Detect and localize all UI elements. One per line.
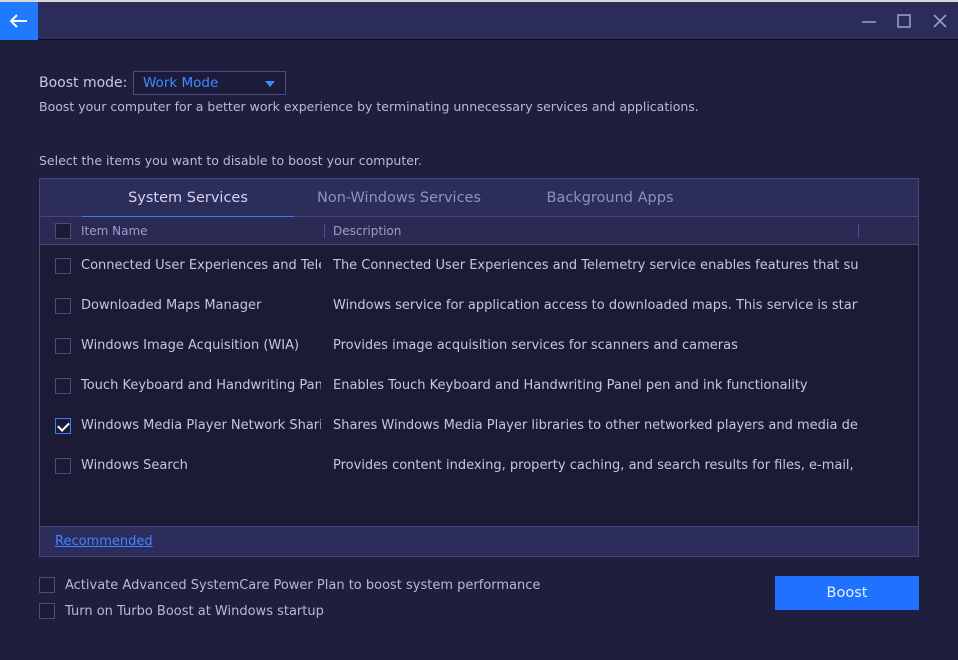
tab-background-apps[interactable]: Background Apps [504,179,716,217]
row-checkbox[interactable] [55,298,71,314]
title-bar [0,2,958,40]
row-checkbox[interactable] [55,338,71,354]
column-header-item-name[interactable]: Item Name [81,217,148,245]
item-name: Connected User Experiences and Tele... [81,258,321,273]
table-row[interactable]: Touch Keyboard and Handwriting Pane... E… [40,366,918,406]
column-divider[interactable] [858,224,859,238]
table-row[interactable]: Windows Search Provides content indexing… [40,446,918,486]
arrow-left-icon [10,14,27,28]
tab-non-windows-services[interactable]: Non-Windows Services [294,179,504,217]
minimize-button[interactable] [851,2,887,40]
back-button[interactable] [0,2,38,40]
power-plan-checkbox[interactable] [39,577,55,593]
item-description: Provides content indexing, property cach… [333,458,858,473]
item-name: Touch Keyboard and Handwriting Pane... [81,378,321,393]
instruction-text: Select the items you want to disable to … [39,153,422,168]
maximize-icon [897,14,911,28]
power-plan-label: Activate Advanced SystemCare Power Plan … [65,577,541,593]
column-divider[interactable] [324,224,325,238]
item-name: Windows Media Player Network Sharin... [81,418,321,433]
row-checkbox[interactable] [55,458,71,474]
item-name: Downloaded Maps Manager [81,298,262,313]
column-header-description[interactable]: Description [333,217,401,245]
boost-mode-dropdown[interactable]: Work Mode [133,71,286,95]
turbo-startup-checkbox[interactable] [39,603,55,619]
panel-footer: Recommended [40,526,918,556]
tab-system-services[interactable]: System Services [82,179,294,218]
row-checkbox[interactable] [55,258,71,274]
boost-mode-description: Boost your computer for a better work ex… [39,99,699,114]
power-plan-option[interactable]: Activate Advanced SystemCare Power Plan … [39,576,540,594]
item-description: Shares Windows Media Player libraries to… [333,418,858,433]
table-row[interactable]: Downloaded Maps Manager Windows service … [40,286,918,326]
item-description: Enables Touch Keyboard and Handwriting P… [333,378,808,393]
table-row[interactable]: Connected User Experiences and Tele... T… [40,246,918,286]
turbo-startup-option[interactable]: Turn on Turbo Boost at Windows startup [39,602,324,620]
item-description: Windows service for application access t… [333,298,858,313]
recommended-link[interactable]: Recommended [55,527,153,557]
maximize-button[interactable] [886,2,922,40]
boost-mode-value: Work Mode [143,75,219,91]
item-description: The Connected User Experiences and Telem… [333,258,858,273]
table-row[interactable]: Windows Media Player Network Sharin... S… [40,406,918,446]
services-panel: System Services Non-Windows Services Bac… [39,178,919,557]
item-name: Windows Search [81,458,188,473]
item-description: Provides image acquisition services for … [333,338,738,353]
close-icon [933,14,947,28]
tab-bar: System Services Non-Windows Services Bac… [40,179,918,218]
boost-mode-label: Boost mode: [39,75,128,91]
boost-button[interactable]: Boost [775,576,919,610]
minimize-icon [862,21,876,23]
close-button[interactable] [922,2,958,40]
select-all-checkbox[interactable] [55,223,71,239]
item-name: Windows Image Acquisition (WIA) [81,338,300,353]
chevron-down-icon [265,81,275,87]
turbo-startup-label: Turn on Turbo Boost at Windows startup [65,603,324,619]
table-row[interactable]: Windows Image Acquisition (WIA) Provides… [40,326,918,366]
row-checkbox[interactable] [55,378,71,394]
table-header: Item Name Description [40,217,918,245]
row-checkbox[interactable] [55,418,71,434]
